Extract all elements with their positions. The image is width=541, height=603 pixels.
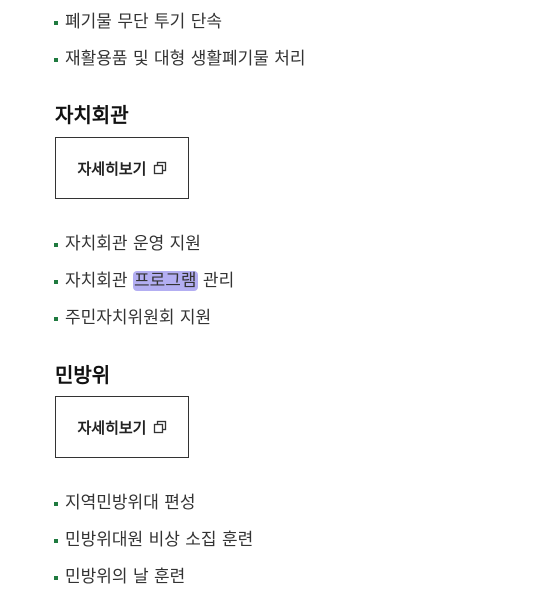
civil-defense-detail-button[interactable]: 자세히보기 <box>55 396 189 458</box>
bullet-icon <box>54 502 58 506</box>
list-item-label: 민방위의 날 훈련 <box>65 567 186 587</box>
waste-task-list: 폐기물 무단 투기 단속 재활용품 및 대형 생활폐기물 처리 <box>54 11 306 85</box>
list-item: 주민자치위원회 지원 <box>54 307 234 329</box>
new-window-icon <box>153 420 167 434</box>
bullet-icon <box>54 280 58 284</box>
bullet-icon <box>54 539 58 543</box>
list-item: 민방위대원 비상 소집 훈련 <box>54 529 253 551</box>
bullet-icon <box>54 317 58 321</box>
bullet-icon <box>54 243 58 247</box>
list-item-label: 폐기물 무단 투기 단속 <box>65 12 222 32</box>
detail-button-label: 자세히보기 <box>77 159 147 178</box>
list-item: 민방위의 날 훈련 <box>54 566 253 588</box>
list-item-label: 재활용품 및 대형 생활폐기물 처리 <box>65 49 306 69</box>
bullet-icon <box>54 21 58 25</box>
list-item-label-prefix: 자치회관 <box>65 271 133 291</box>
highlighted-text: 프로그램 <box>132 271 198 291</box>
civil-defense-task-list: 지역민방위대 편성 민방위대원 비상 소집 훈련 민방위의 날 훈련 <box>54 492 253 603</box>
bullet-icon <box>54 576 58 580</box>
detail-button-label: 자세히보기 <box>77 418 147 437</box>
new-window-icon <box>153 161 167 175</box>
bullet-icon <box>54 58 58 62</box>
list-item: 자치회관 운영 지원 <box>54 233 234 255</box>
list-item: 폐기물 무단 투기 단속 <box>54 11 306 33</box>
community-hall-detail-button[interactable]: 자세히보기 <box>55 137 189 199</box>
list-item-label: 민방위대원 비상 소집 훈련 <box>65 530 254 550</box>
community-hall-task-list: 자치회관 운영 지원 자치회관 프로그램 관리 주민자치위원회 지원 <box>54 233 234 344</box>
list-item-label-suffix: 관리 <box>197 271 235 291</box>
list-item: 자치회관 프로그램 관리 <box>54 270 234 292</box>
list-item-label: 지역민방위대 편성 <box>65 493 196 513</box>
list-item-label: 주민자치위원회 지원 <box>65 308 212 328</box>
list-item: 재활용품 및 대형 생활폐기물 처리 <box>54 48 306 70</box>
list-item: 지역민방위대 편성 <box>54 492 253 514</box>
section-title-community-hall: 자치회관 <box>55 103 129 127</box>
section-title-civil-defense: 민방위 <box>55 363 111 387</box>
list-item-label: 자치회관 운영 지원 <box>65 234 201 254</box>
